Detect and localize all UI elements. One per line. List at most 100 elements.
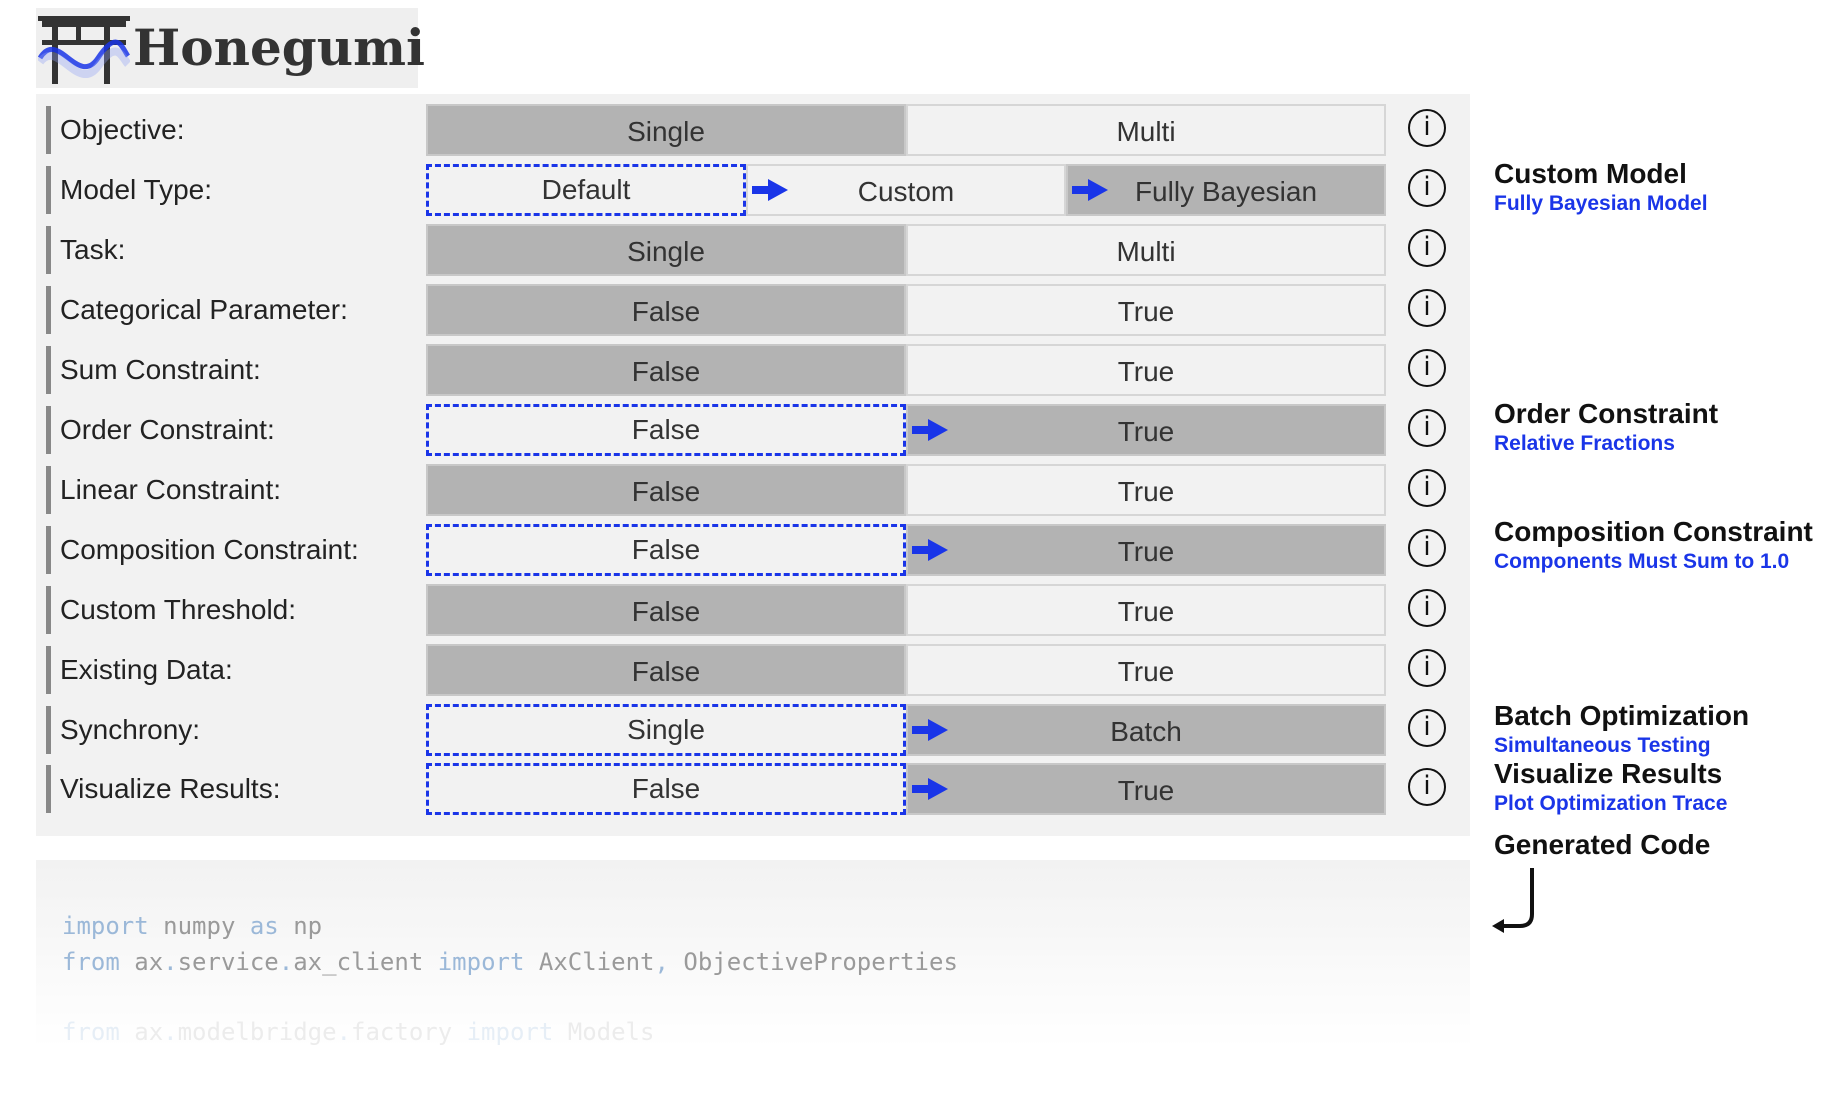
row-marker [46, 406, 51, 454]
option-false[interactable]: False [426, 524, 906, 576]
option-custom[interactable]: Custom [746, 164, 1066, 216]
info-icon[interactable]: i [1408, 768, 1446, 806]
row-composition-constraint: Composition Constraint: False True i [46, 524, 1470, 576]
row-label: Linear Constraint: [60, 474, 282, 505]
arrow-right-icon [912, 419, 948, 441]
row-marker [46, 706, 51, 754]
options-panel: Objective: Single Multi i Model Type: De… [36, 94, 1470, 836]
option-true[interactable]: True [906, 464, 1386, 516]
info-icon[interactable]: i [1408, 289, 1446, 327]
annotation-custom-model: Custom Model Fully Bayesian Model [1494, 158, 1708, 216]
row-marker [46, 286, 51, 334]
annotation-subtitle: Fully Bayesian Model [1494, 192, 1708, 215]
arrow-right-icon [752, 179, 788, 201]
row-label: Synchrony: [60, 714, 201, 745]
row-synchrony: Synchrony: Single Batch i [46, 704, 1470, 756]
row-label: Custom Threshold: [60, 594, 297, 625]
row-order-constraint: Order Constraint: False True i [46, 404, 1470, 456]
info-icon[interactable]: i [1408, 109, 1446, 147]
row-label: Sum Constraint: [60, 354, 261, 385]
annotation-title: Custom Model [1494, 158, 1687, 189]
option-default[interactable]: Default [426, 164, 746, 216]
row-objective: Objective: Single Multi i [46, 104, 1470, 156]
option-true[interactable]: True [906, 584, 1386, 636]
option-true[interactable]: True [906, 404, 1386, 456]
row-marker [46, 166, 51, 214]
annotation-subtitle: Simultaneous Testing [1494, 734, 1711, 757]
option-single[interactable]: Single [426, 224, 906, 276]
info-icon[interactable]: i [1408, 469, 1446, 507]
option-single[interactable]: Single [426, 704, 906, 756]
annotation-title: Composition Constraint [1494, 516, 1813, 547]
row-label: Existing Data: [60, 654, 233, 685]
annotation-batch-optimization: Batch Optimization Simultaneous Testing [1494, 700, 1749, 758]
annotation-generated-code: Generated Code [1494, 829, 1710, 861]
row-marker [46, 586, 51, 634]
option-false[interactable]: False [426, 284, 906, 336]
row-task: Task: Single Multi i [46, 224, 1470, 276]
arrow-down-left-icon [1492, 868, 1534, 933]
row-marker [46, 466, 51, 514]
info-icon[interactable]: i [1408, 709, 1446, 747]
annotation-order-constraint: Order Constraint Relative Fractions [1494, 398, 1718, 456]
annotation-composition-constraint: Composition Constraint Components Must S… [1494, 516, 1813, 574]
info-icon[interactable]: i [1408, 589, 1446, 627]
generated-code-preview: import numpy as np from ax.service.ax_cl… [36, 860, 1470, 1048]
option-false[interactable]: False [426, 404, 906, 456]
option-true[interactable]: True [906, 524, 1386, 576]
row-visualize-results: Visualize Results: False True i [46, 763, 1470, 815]
annotation-title: Visualize Results [1494, 758, 1723, 789]
option-true[interactable]: True [906, 284, 1386, 336]
row-label: Objective: [60, 114, 185, 145]
arrow-right-icon [912, 539, 948, 561]
arrow-right-icon [912, 719, 948, 741]
logo: Honegumi [36, 8, 425, 88]
annotation-title: Generated Code [1494, 829, 1711, 860]
option-false[interactable]: False [426, 464, 906, 516]
option-single[interactable]: Single [426, 104, 906, 156]
option-false[interactable]: False [426, 584, 906, 636]
option-batch[interactable]: Batch [906, 704, 1386, 756]
row-marker [46, 646, 51, 694]
option-fully-bayesian[interactable]: Fully Bayesian [1066, 164, 1386, 216]
info-icon[interactable]: i [1408, 229, 1446, 267]
row-label: Model Type: [60, 174, 213, 205]
arrow-right-icon [912, 778, 948, 800]
row-label: Visualize Results: [60, 773, 281, 804]
annotation-title: Batch Optimization [1494, 700, 1750, 731]
row-linear-constraint: Linear Constraint: False True i [46, 464, 1470, 516]
torii-wave-icon [38, 16, 130, 84]
annotation-title: Order Constraint [1494, 398, 1719, 429]
row-marker [46, 106, 51, 154]
row-label: Composition Constraint: [60, 534, 359, 565]
code-line: from ax.service.ax_client import AxClien… [62, 948, 958, 976]
row-marker [46, 765, 51, 813]
row-label: Task: [60, 234, 126, 265]
info-icon[interactable]: i [1408, 529, 1446, 567]
row-sum-constraint: Sum Constraint: False True i [46, 344, 1470, 396]
row-marker [46, 526, 51, 574]
option-multi[interactable]: Multi [906, 104, 1386, 156]
option-true[interactable]: True [906, 763, 1386, 815]
info-icon[interactable]: i [1408, 349, 1446, 387]
row-categorical-parameter: Categorical Parameter: False True i [46, 284, 1470, 336]
annotation-subtitle: Components Must Sum to 1.0 [1494, 550, 1790, 573]
option-true[interactable]: True [906, 644, 1386, 696]
annotation-subtitle: Plot Optimization Trace [1494, 792, 1728, 815]
annotation-subtitle: Relative Fractions [1494, 432, 1675, 455]
brand-name: Honegumi [133, 18, 425, 77]
info-icon[interactable]: i [1408, 409, 1446, 447]
option-multi[interactable]: Multi [906, 224, 1386, 276]
info-icon[interactable]: i [1408, 169, 1446, 207]
option-false[interactable]: False [426, 344, 906, 396]
row-label: Categorical Parameter: [60, 294, 348, 325]
option-false[interactable]: False [426, 763, 906, 815]
option-true[interactable]: True [906, 344, 1386, 396]
annotation-visualize-results: Visualize Results Plot Optimization Trac… [1494, 758, 1727, 816]
row-custom-threshold: Custom Threshold: False True i [46, 584, 1470, 636]
row-model-type: Model Type: Default Custom Fully Bayesia… [46, 164, 1470, 216]
info-icon[interactable]: i [1408, 649, 1446, 687]
code-line: import numpy as np [62, 912, 323, 940]
option-false[interactable]: False [426, 644, 906, 696]
arrow-right-icon [1072, 179, 1108, 201]
